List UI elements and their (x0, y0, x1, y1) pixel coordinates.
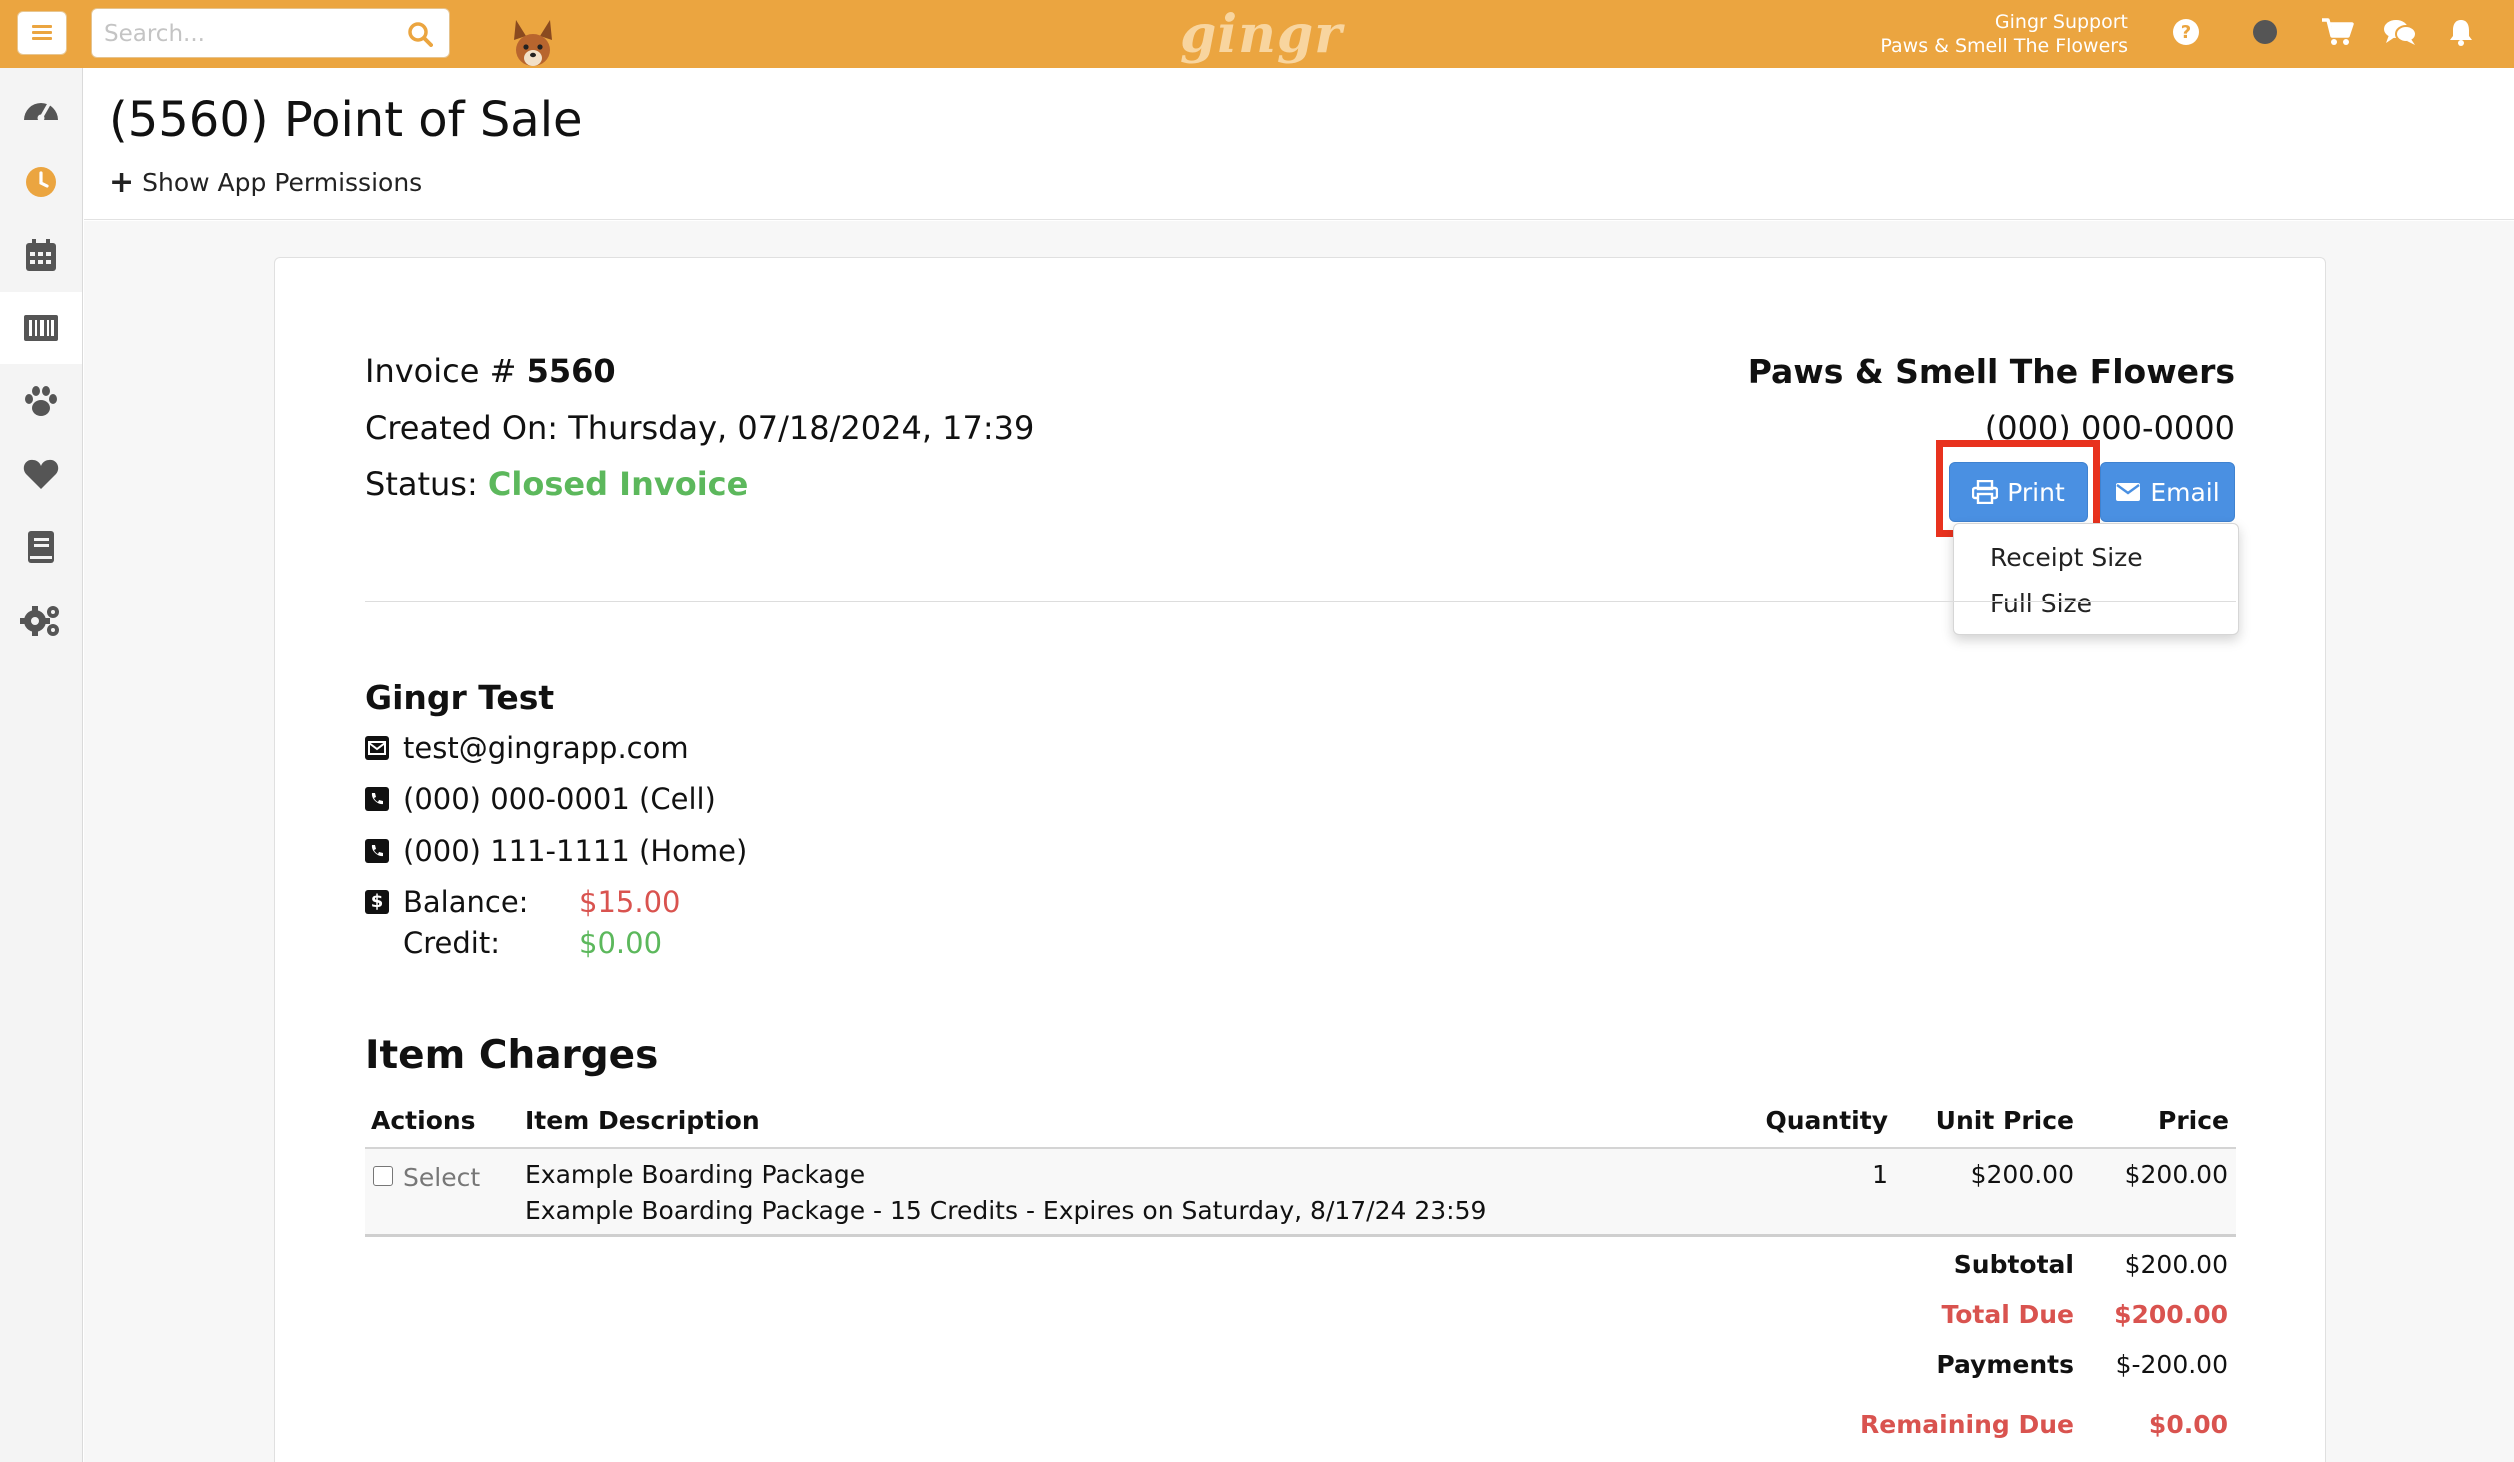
calendar-icon (26, 239, 56, 271)
gingr-logo: gingr (1180, 4, 1343, 65)
row-select-checkbox[interactable] (373, 1166, 393, 1186)
invoice-status: Status: Closed Invoice (365, 465, 749, 503)
sidebar-item-animals[interactable] (0, 365, 82, 437)
envelope-icon (2116, 483, 2141, 501)
row-select-label[interactable]: Select (403, 1163, 480, 1192)
balance-label: Balance: (403, 885, 529, 919)
sidebar-item-point-of-sale[interactable] (0, 292, 82, 364)
dollar-icon: $ (365, 890, 389, 914)
remaining-due-value: $0.00 (2148, 1410, 2228, 1439)
book-icon (28, 531, 54, 563)
item-description: Example Boarding Package (525, 1160, 866, 1189)
hamburger-icon (32, 25, 52, 41)
search-input[interactable] (104, 17, 394, 51)
receipt-size-option[interactable]: Receipt Size (1990, 543, 2143, 572)
customer-balance: $ Balance: (365, 885, 528, 919)
print-size-dropdown: Receipt Size Full Size (1953, 523, 2239, 635)
page-header: (5560) Point of Sale + Show App Permissi… (84, 68, 2514, 220)
hamburger-menu-button[interactable] (17, 11, 67, 55)
customer-credit: Credit: (403, 926, 500, 960)
plus-icon: + (109, 164, 135, 200)
credit-label: Credit: (403, 926, 500, 960)
sidebar-item-timeclock[interactable] (0, 146, 82, 218)
remaining-due-label: Remaining Due (1860, 1410, 2074, 1439)
col-header-price: Price (2158, 1106, 2229, 1135)
heart-icon (23, 459, 59, 489)
customer-home-phone: (000) 111-1111 (Home) (365, 834, 747, 868)
barcode-icon (24, 315, 58, 341)
email-button[interactable]: Email (2100, 462, 2235, 522)
item-unit-price: $200.00 (1970, 1160, 2074, 1189)
sidebar-item-favorites[interactable] (0, 438, 82, 510)
page-title: (5560) Point of Sale (109, 92, 583, 148)
invoice-number: Invoice # 5560 (365, 352, 616, 390)
item-price: $200.00 (2124, 1160, 2228, 1189)
cart-icon[interactable] (2320, 17, 2354, 47)
top-navigation-bar: gingr Gingr Support Paws & Smell The Flo… (0, 0, 2514, 68)
payments-label: Payments (1936, 1350, 2074, 1379)
sidebar-item-calendar[interactable] (0, 219, 82, 291)
search-icon[interactable] (407, 21, 433, 47)
col-header-description: Item Description (525, 1106, 760, 1135)
status-badge: Closed Invoice (487, 465, 749, 503)
paw-icon (25, 386, 57, 416)
show-app-permissions-link[interactable]: + Show App Permissions (109, 164, 423, 200)
credit-value: $0.00 (579, 926, 663, 960)
total-due-value: $200.00 (2114, 1300, 2228, 1329)
item-charges-title: Item Charges (365, 1033, 659, 1078)
user-location: Paws & Smell The Flowers (1880, 35, 2128, 57)
dashboard-gauge-icon (23, 102, 58, 122)
phone-icon (365, 839, 389, 863)
sidebar (0, 68, 83, 1462)
sidebar-item-reports[interactable] (0, 511, 82, 583)
payments-value: $-200.00 (2115, 1350, 2228, 1379)
sidebar-item-dashboard[interactable] (0, 73, 82, 145)
svg-text:?: ? (2181, 22, 2191, 43)
show-app-permissions-label: Show App Permissions (142, 168, 423, 197)
balance-value: $15.00 (579, 885, 681, 919)
subtotal-value: $200.00 (2124, 1250, 2228, 1279)
full-size-option[interactable]: Full Size (1990, 589, 2092, 618)
gears-icon (20, 606, 59, 636)
current-user[interactable]: Gingr Support Paws & Smell The Flowers (1880, 10, 2128, 58)
customer-name[interactable]: Gingr Test (365, 678, 554, 717)
col-header-unit-price: Unit Price (1935, 1106, 2074, 1135)
chat-icon[interactable] (2383, 17, 2417, 47)
section-divider (365, 601, 2236, 602)
customer-home-text[interactable]: (000) 111-1111 (Home) (403, 834, 747, 868)
customer-cell-phone: (000) 000-0001 (Cell) (365, 782, 716, 816)
status-dot-icon[interactable] (2250, 17, 2280, 47)
phone-icon (365, 787, 389, 811)
customer-email: test@gingrapp.com (365, 731, 689, 765)
col-header-quantity: Quantity (1765, 1106, 1889, 1135)
business-name: Paws & Smell The Flowers (1747, 352, 2235, 391)
customer-email-text[interactable]: test@gingrapp.com (403, 731, 689, 765)
clock-icon (26, 167, 56, 197)
subtotal-label: Subtotal (1953, 1250, 2074, 1279)
email-button-label: Email (2150, 477, 2220, 507)
sidebar-item-settings[interactable] (0, 584, 82, 656)
search-box (91, 8, 450, 58)
help-icon[interactable]: ? (2171, 17, 2201, 47)
customer-cell-text[interactable]: (000) 000-0001 (Cell) (403, 782, 716, 816)
notifications-bell-icon[interactable] (2447, 17, 2475, 47)
col-header-actions: Actions (371, 1106, 476, 1135)
user-name: Gingr Support (1994, 11, 2128, 33)
item-quantity: 1 (1872, 1160, 1888, 1189)
total-due-label: Total Due (1941, 1300, 2074, 1329)
dog-mascot-icon (514, 20, 552, 66)
item-sub-description: Example Boarding Package - 15 Credits - … (525, 1196, 1487, 1225)
envelope-icon (365, 736, 389, 760)
invoice-created-on: Created On: Thursday, 07/18/2024, 17:39 (365, 409, 1035, 447)
